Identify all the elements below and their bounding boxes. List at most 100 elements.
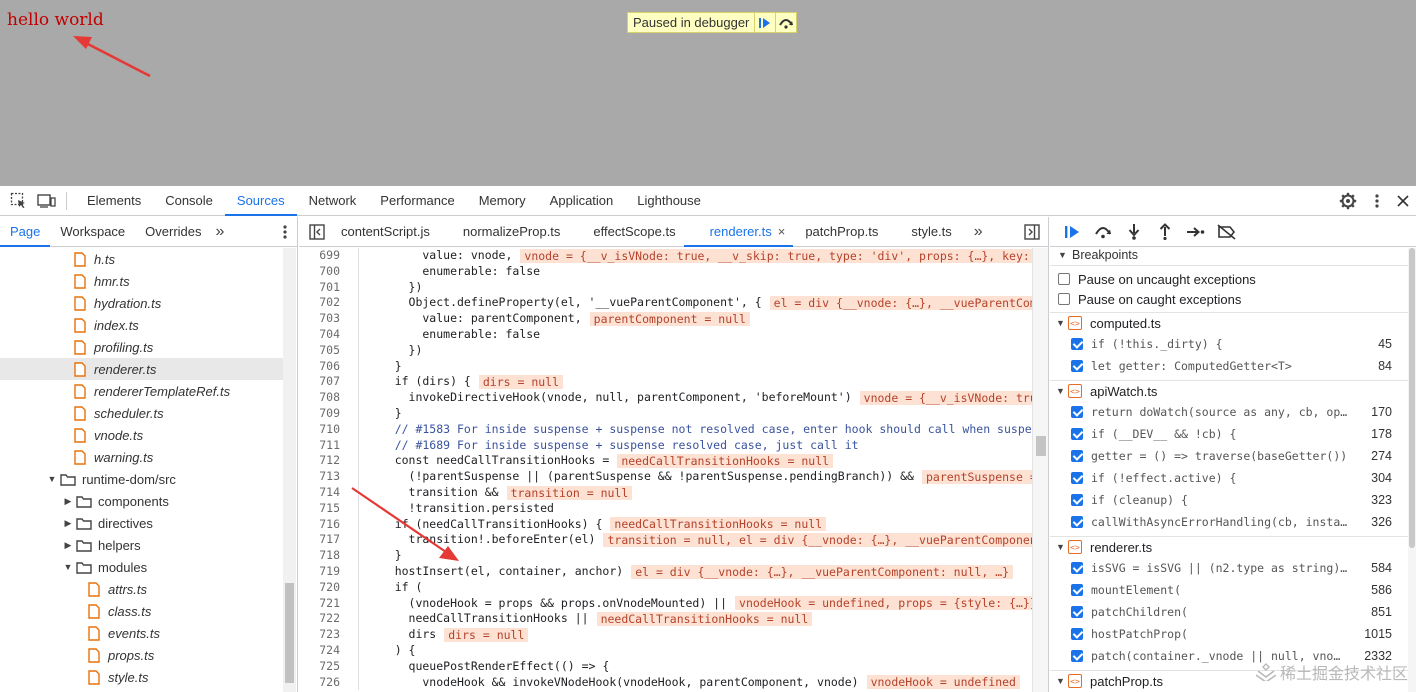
breakpoint-item[interactable]: if (__DEV__ && !cb) {178 (1050, 423, 1416, 445)
resume-icon[interactable] (754, 13, 775, 32)
breakpoint-item[interactable]: getter = () => traverse(baseGetter()) 274 (1050, 445, 1416, 467)
line-number[interactable]: 721 (299, 595, 359, 612)
tab-console[interactable]: Console (153, 186, 225, 216)
line-number[interactable]: 710 (299, 421, 359, 438)
tab-network[interactable]: Network (297, 186, 369, 216)
line-number[interactable]: 723 (299, 627, 359, 643)
line-number[interactable]: 719 (299, 563, 359, 580)
tree-item[interactable]: ▼ runtime-dom/src (0, 468, 284, 490)
tree-item[interactable]: index.ts (0, 314, 284, 336)
toggle-debugger-icon[interactable] (1024, 224, 1040, 243)
step-icon[interactable] (1180, 217, 1211, 247)
close-tab-icon[interactable]: × (778, 224, 786, 239)
debugger-scrollbar[interactable] (1408, 248, 1416, 692)
step-over-icon[interactable] (775, 13, 796, 32)
tree-item[interactable]: props.ts (0, 644, 284, 666)
close-devtools-icon[interactable] (1390, 186, 1416, 216)
line-number[interactable]: 699 (299, 248, 359, 264)
line-number[interactable]: 718 (299, 548, 359, 564)
editor-tab-style[interactable]: style.ts (886, 217, 959, 247)
line-number[interactable]: 701 (299, 279, 359, 296)
breakpoint-item[interactable]: isSVG = isSVG || (n2.type as string)… 584 (1050, 557, 1416, 579)
tab-workspace[interactable]: Workspace (50, 217, 135, 247)
tree-item[interactable]: style.ts (0, 666, 284, 688)
pause-uncaught-checkbox[interactable] (1058, 273, 1070, 285)
breakpoint-checkbox[interactable] (1071, 472, 1083, 484)
line-number[interactable]: 705 (299, 342, 359, 359)
editor-scroll-thumb[interactable] (1036, 436, 1046, 456)
tree-item[interactable]: hydration.ts (0, 292, 284, 314)
inspect-element-icon[interactable] (4, 186, 32, 216)
breakpoint-checkbox[interactable] (1071, 360, 1083, 372)
pause-uncaught-option[interactable]: Pause on uncaught exceptions (1050, 269, 1416, 289)
breakpoint-file-header[interactable]: ▼ <> computed.ts (1050, 312, 1416, 333)
line-number[interactable]: 702 (299, 295, 359, 312)
device-toolbar-icon[interactable] (32, 186, 60, 216)
breakpoint-item[interactable]: let getter: ComputedGetter<T> 84 (1050, 355, 1416, 377)
line-number[interactable]: 724 (299, 642, 359, 659)
line-number[interactable]: 708 (299, 390, 359, 406)
breakpoint-checkbox[interactable] (1071, 406, 1083, 418)
tree-item[interactable]: ▶ directives (0, 512, 284, 534)
tree-item[interactable]: warning.ts (0, 446, 284, 468)
breakpoints-section-header[interactable]: ▼ Breakpoints (1050, 247, 1416, 263)
line-number[interactable]: 726 (299, 674, 359, 691)
line-number[interactable]: 716 (299, 516, 359, 533)
tab-elements[interactable]: Elements (75, 186, 153, 216)
tree-item[interactable]: h.ts (0, 248, 284, 270)
more-editor-tabs-chevron-icon[interactable]: » (960, 223, 993, 241)
line-number[interactable]: 715 (299, 500, 359, 517)
debugger-scroll-thumb[interactable] (1409, 248, 1415, 548)
line-number[interactable]: 717 (299, 532, 359, 549)
pause-caught-option[interactable]: Pause on caught exceptions (1050, 289, 1416, 309)
breakpoint-item[interactable]: if (!effect.active) {304 (1050, 467, 1416, 489)
editor-tab-renderer[interactable]: renderer.ts × (683, 217, 794, 247)
more-tabs-chevron-icon[interactable]: » (212, 223, 229, 241)
breakpoint-checkbox[interactable] (1071, 428, 1083, 440)
more-options-icon[interactable] (1364, 186, 1390, 216)
pause-caught-checkbox[interactable] (1058, 293, 1070, 305)
tab-performance[interactable]: Performance (368, 186, 466, 216)
tab-lighthouse[interactable]: Lighthouse (625, 186, 713, 216)
tab-memory[interactable]: Memory (467, 186, 538, 216)
tree-item[interactable]: renderer.ts (0, 358, 284, 380)
breakpoint-item[interactable]: mountElement(586 (1050, 579, 1416, 601)
tree-item[interactable]: scheduler.ts (0, 402, 284, 424)
breakpoint-checkbox[interactable] (1071, 494, 1083, 506)
navigator-scrollbar[interactable] (283, 248, 296, 692)
tree-item[interactable]: class.ts (0, 600, 284, 622)
breakpoint-checkbox[interactable] (1071, 338, 1083, 350)
breakpoint-checkbox[interactable] (1071, 628, 1083, 640)
editor-scrollbar[interactable] (1032, 248, 1048, 692)
step-into-icon[interactable] (1118, 217, 1149, 247)
tree-item[interactable]: ▼ modules (0, 556, 284, 578)
breakpoint-item[interactable]: hostPatchProp(1015 (1050, 623, 1416, 645)
tab-sources[interactable]: Sources (224, 186, 297, 216)
line-number[interactable]: 712 (299, 453, 359, 470)
breakpoint-file-header[interactable]: ▼ <> apiWatch.ts (1050, 380, 1416, 401)
breakpoint-item[interactable]: patchChildren(851 (1050, 601, 1416, 623)
tree-item[interactable]: profiling.ts (0, 336, 284, 358)
breakpoint-item[interactable]: if (!this._dirty) {45 (1050, 333, 1416, 355)
chevron-right-icon[interactable]: ▶ (62, 518, 74, 529)
breakpoint-checkbox[interactable] (1071, 450, 1083, 462)
chevron-right-icon[interactable]: ▶ (62, 540, 74, 551)
breakpoint-file-header[interactable]: ▼ <> renderer.ts (1050, 536, 1416, 557)
tab-overrides[interactable]: Overrides (135, 217, 211, 247)
line-number[interactable]: 704 (299, 326, 359, 343)
navigator-menu-icon[interactable] (283, 224, 287, 243)
breakpoint-checkbox[interactable] (1071, 516, 1083, 528)
breakpoint-checkbox[interactable] (1071, 606, 1083, 618)
breakpoint-checkbox[interactable] (1071, 562, 1083, 574)
line-number[interactable]: 707 (299, 374, 359, 391)
line-number[interactable]: 700 (299, 263, 359, 280)
tab-page[interactable]: Page (0, 217, 51, 247)
editor-tab-effectscope[interactable]: effectScope.ts (568, 217, 683, 247)
line-number[interactable]: 722 (299, 611, 359, 628)
line-number[interactable]: 720 (299, 579, 359, 596)
settings-gear-icon[interactable] (1332, 186, 1364, 216)
tree-item[interactable]: rendererTemplateRef.ts (0, 380, 284, 402)
editor-tab-contentscript[interactable]: contentScript.js (299, 217, 438, 247)
breakpoint-checkbox[interactable] (1071, 650, 1083, 662)
chevron-down-icon[interactable]: ▼ (62, 562, 74, 572)
